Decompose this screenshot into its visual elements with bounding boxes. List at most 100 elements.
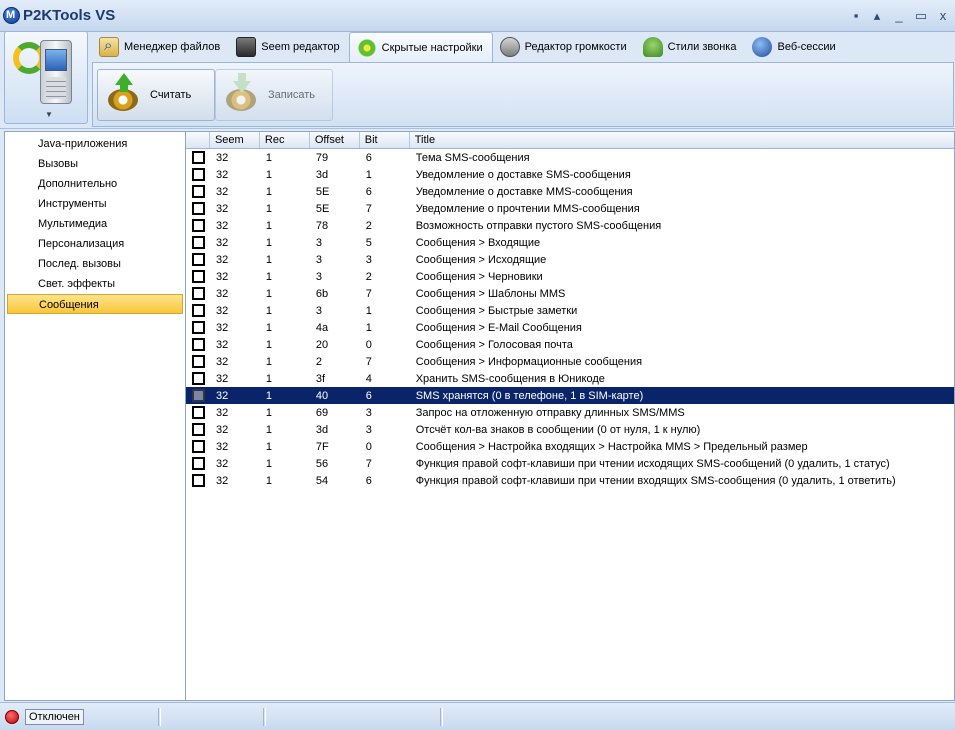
cell-title: Сообщения > Входящие xyxy=(415,236,541,249)
window-menu-button[interactable]: ▪ xyxy=(848,8,864,24)
cell-bit: 7 xyxy=(365,355,372,368)
header-seem[interactable]: Seem xyxy=(210,132,260,148)
ribbon: ▼ Менеджер файлов Seem редактор Скрытые … xyxy=(0,31,955,129)
table-row[interactable]: 32 1 54 6 Функция правой софт-клавиши при чт… xyxy=(186,472,954,489)
table-row[interactable]: 32 1 6b 7 Сообщения > Шаблоны MMS xyxy=(186,285,954,302)
row-checkbox[interactable] xyxy=(192,440,205,453)
row-checkbox-cell xyxy=(186,185,210,198)
row-checkbox-cell xyxy=(186,372,210,385)
tab-file-manager[interactable]: Менеджер файлов xyxy=(92,32,229,62)
tab-label: Скрытые настройки xyxy=(381,41,483,54)
row-checkbox[interactable] xyxy=(192,321,205,334)
application-menu-button[interactable]: ▼ xyxy=(4,31,88,124)
cell-offset: 56 xyxy=(315,457,329,470)
phone-icon xyxy=(40,40,72,104)
header-offset[interactable]: Offset xyxy=(310,132,360,148)
cell-title: Сообщения > Информационные сообщения xyxy=(415,355,643,368)
table-row[interactable]: 32 1 3f 4 Хранить SMS-сообщения в Юникоде xyxy=(186,370,954,387)
table-row[interactable]: 32 1 3 3 Сообщения > Исходящие xyxy=(186,251,954,268)
category-multimedia[interactable]: Мультимедиа xyxy=(7,214,183,234)
row-checkbox[interactable] xyxy=(192,287,205,300)
row-checkbox[interactable] xyxy=(192,406,205,419)
cell-offset: 79 xyxy=(315,151,329,164)
cell-rec: 1 xyxy=(265,321,273,334)
category-recent-calls[interactable]: Послед. вызовы xyxy=(7,254,183,274)
header-title[interactable]: Title xyxy=(410,132,954,148)
row-checkbox[interactable] xyxy=(192,168,205,181)
table-row[interactable]: 32 1 3 2 Сообщения > Черновики xyxy=(186,268,954,285)
table-row[interactable]: 32 1 3d 1 Уведомление о доставке SMS-сообщен… xyxy=(186,166,954,183)
tab-ring-styles[interactable]: Стили звонка xyxy=(636,32,746,62)
cell-offset: 3f xyxy=(315,372,326,385)
tab-volume-editor[interactable]: Редактор громкости xyxy=(493,32,636,62)
read-button[interactable]: Считать xyxy=(97,69,215,121)
header-bit[interactable]: Bit xyxy=(360,132,410,148)
row-checkbox[interactable] xyxy=(192,423,205,436)
cell-seem: 32 xyxy=(215,406,229,419)
status-separator xyxy=(263,708,266,726)
category-calls[interactable]: Вызовы xyxy=(7,154,183,174)
row-checkbox[interactable] xyxy=(192,474,205,487)
ribbon-collapse-button[interactable]: ▴ xyxy=(869,8,885,24)
category-personalization[interactable]: Персонализация xyxy=(7,234,183,254)
tab-hidden-settings[interactable]: Скрытые настройки xyxy=(348,32,493,62)
row-checkbox[interactable] xyxy=(192,202,205,215)
write-button[interactable]: Записать xyxy=(215,69,333,121)
table-row[interactable]: 32 1 79 6 Тема SMS-сообщения xyxy=(186,149,954,166)
table-row[interactable]: 32 1 3 5 Сообщения > Входящие xyxy=(186,234,954,251)
tab-label: Веб-сессии xyxy=(777,41,836,53)
cell-title: Сообщения > Голосовая почта xyxy=(415,338,573,351)
cell-bit: 3 xyxy=(365,406,372,419)
cell-title: Тема SMS-сообщения xyxy=(415,151,530,164)
cell-bit: 6 xyxy=(365,474,372,487)
table-row[interactable]: 32 1 3d 3 Отсчёт кол-ва знаков в сообщении (… xyxy=(186,421,954,438)
row-checkbox[interactable] xyxy=(192,236,205,249)
maximize-button[interactable]: ▭ xyxy=(913,8,929,24)
row-checkbox[interactable] xyxy=(192,185,205,198)
table-row[interactable]: 32 1 40 6 SMS хранятся (0 в телефоне, 1 в SI… xyxy=(186,387,954,404)
cell-title: Сообщения > Шаблоны MMS xyxy=(415,287,566,300)
close-button[interactable]: x xyxy=(935,8,951,24)
row-checkbox[interactable] xyxy=(192,457,205,470)
row-checkbox[interactable] xyxy=(192,253,205,266)
table-row[interactable]: 32 1 2 7 Сообщения > Информационные сообщени… xyxy=(186,353,954,370)
row-checkbox[interactable] xyxy=(192,389,205,402)
row-checkbox[interactable] xyxy=(192,355,205,368)
row-checkbox[interactable] xyxy=(192,270,205,283)
cell-bit: 0 xyxy=(365,338,372,351)
table-row[interactable]: 32 1 56 7 Функция правой софт-клавиши при чт… xyxy=(186,455,954,472)
row-checkbox[interactable] xyxy=(192,338,205,351)
tab-seem-editor[interactable]: Seem редактор xyxy=(229,32,348,62)
category-tools[interactable]: Инструменты xyxy=(7,194,183,214)
category-java[interactable]: Java-приложения xyxy=(7,134,183,154)
table-row[interactable]: 32 1 7F 0 Сообщения > Настройка входящих > Н… xyxy=(186,438,954,455)
table-row[interactable]: 32 1 78 2 Возможность отправки пустого SMS-с… xyxy=(186,217,954,234)
cell-bit: 3 xyxy=(365,423,372,436)
tab-label: Seem редактор xyxy=(261,41,340,53)
category-additional[interactable]: Дополнительно xyxy=(7,174,183,194)
table-row[interactable]: 32 1 69 3 Запрос на отложенную отправку длин… xyxy=(186,404,954,421)
row-checkbox-cell xyxy=(186,202,210,215)
file-manager-icon xyxy=(99,37,119,57)
row-checkbox[interactable] xyxy=(192,151,205,164)
table-row[interactable]: 32 1 5E 6 Уведомление о доставке MMS-сообщен… xyxy=(186,183,954,200)
table-row[interactable]: 32 1 4a 1 Сообщения > E-Mail Сообщения xyxy=(186,319,954,336)
header-rec[interactable]: Rec xyxy=(260,132,310,148)
row-checkbox[interactable] xyxy=(192,304,205,317)
category-light-effects[interactable]: Свет. эффекты xyxy=(7,274,183,294)
row-checkbox-cell xyxy=(186,389,210,402)
app-logo-icon xyxy=(3,7,20,24)
cell-offset: 3 xyxy=(315,270,322,283)
category-messages[interactable]: Сообщения xyxy=(7,294,183,314)
table-row[interactable]: 32 1 3 1 Сообщения > Быстрые заметки xyxy=(186,302,954,319)
table-row[interactable]: 32 1 5E 7 Уведомление о прочтении MMS-сообще… xyxy=(186,200,954,217)
table-row[interactable]: 32 1 20 0 Сообщения > Голосовая почта xyxy=(186,336,954,353)
tab-web-sessions[interactable]: Веб-сессии xyxy=(745,32,844,62)
cell-offset: 3d xyxy=(315,423,329,436)
row-checkbox[interactable] xyxy=(192,219,205,232)
cell-seem: 32 xyxy=(215,236,229,249)
minimize-button[interactable]: _ xyxy=(891,8,907,24)
read-icon xyxy=(102,73,146,117)
cell-rec: 1 xyxy=(265,457,273,470)
row-checkbox[interactable] xyxy=(192,372,205,385)
